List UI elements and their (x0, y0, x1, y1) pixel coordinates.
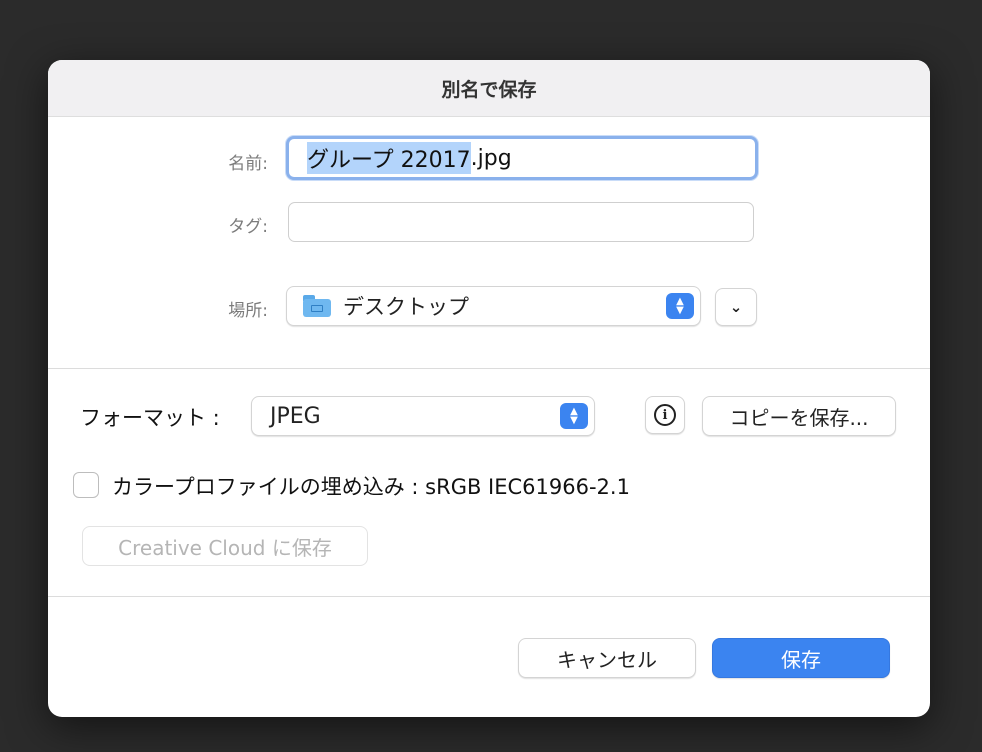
folder-icon (303, 295, 331, 317)
save-button[interactable]: 保存 (712, 638, 890, 678)
tags-label: タグ: (228, 217, 268, 237)
chevron-down-icon: ⌄ (729, 298, 743, 316)
embed-profile-label: カラープロファイルの埋め込み : sRGB IEC61966-2.1 (112, 475, 630, 499)
info-icon: i (654, 404, 676, 426)
filename-input[interactable]: グループ 22017 .jpg (286, 136, 758, 180)
title-bar: 別名で保存 (48, 60, 930, 117)
filename-selected-text: グループ 22017 (307, 142, 471, 174)
format-label: フォーマット : (80, 406, 220, 430)
location-label: 場所: (228, 301, 268, 321)
format-value: JPEG (270, 403, 321, 429)
save-copy-button[interactable]: コピーを保存... (702, 396, 896, 436)
name-label: 名前: (228, 154, 268, 174)
section-divider (48, 368, 930, 369)
popup-stepper-icon: ▲ ▼ (666, 293, 694, 319)
tags-input[interactable] (288, 202, 754, 242)
embed-profile-checkbox[interactable] (73, 472, 99, 498)
filename-extension: .jpg (470, 145, 512, 171)
dialog-title: 別名で保存 (441, 78, 537, 101)
location-value: デスクトップ (343, 295, 469, 319)
save-as-dialog: 別名で保存 名前: グループ 22017 .jpg タグ: 場所: デスクトップ … (48, 60, 930, 717)
location-popup[interactable]: デスクトップ ▲ ▼ (286, 286, 701, 326)
format-popup[interactable]: JPEG ▲ ▼ (251, 396, 595, 436)
expand-browser-button[interactable]: ⌄ (715, 288, 757, 326)
footer-divider (48, 596, 930, 597)
popup-stepper-icon: ▲ ▼ (560, 403, 588, 429)
save-to-creative-cloud-button: Creative Cloud に保存 (82, 526, 368, 566)
cancel-button[interactable]: キャンセル (518, 638, 696, 678)
format-info-button[interactable]: i (645, 396, 685, 434)
